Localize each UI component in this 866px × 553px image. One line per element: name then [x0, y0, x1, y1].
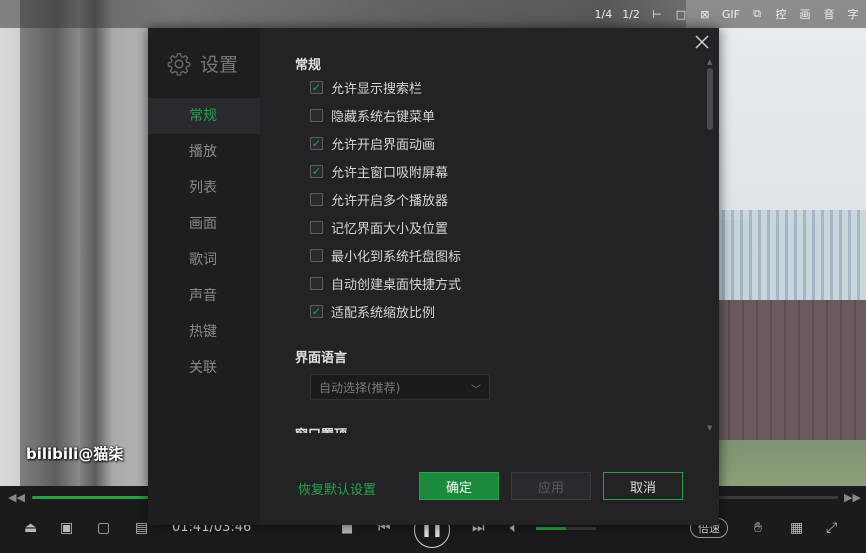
settings-nav-item-0[interactable]: 常规	[148, 98, 260, 134]
top-tool-3[interactable]: □	[674, 8, 688, 21]
language-select[interactable]: 自动选择(推荐) ﹀	[310, 374, 490, 400]
checkbox-checked[interactable]: ✓	[310, 164, 323, 178]
scroll-down-icon[interactable]: ▼	[707, 424, 712, 432]
checkbox[interactable]	[310, 248, 323, 262]
settings-nav-item-6[interactable]: 热键	[148, 314, 260, 350]
scrollbar-thumb[interactable]	[707, 68, 713, 130]
option-label: 隐藏系统右键菜单	[331, 109, 436, 125]
option-row-7[interactable]: 自动创建桌面快捷方式	[310, 274, 462, 293]
video-background-wall	[716, 300, 866, 450]
volume-slider-fill	[536, 527, 566, 530]
toolbox-icon[interactable]: ▦	[790, 521, 803, 535]
option-label: 允许主窗口吸附屏幕	[331, 165, 449, 181]
checkbox[interactable]	[310, 276, 323, 290]
option-row-3[interactable]: ✓ 允许主窗口吸附屏幕	[310, 162, 449, 181]
subtitle-icon[interactable]: ▢	[97, 521, 110, 535]
fullscreen-icon[interactable]: ⤢	[826, 521, 837, 535]
fast-forward-icon[interactable]: ▶▶	[844, 491, 861, 504]
option-row-2[interactable]: ✓ 允许开启界面动画	[310, 134, 436, 153]
checkbox-checked[interactable]: ✓	[310, 136, 323, 150]
section-title-language: 界面语言	[295, 351, 348, 366]
option-label: 允许开启界面动画	[331, 137, 436, 153]
top-tool-4[interactable]: ⊠	[698, 8, 712, 21]
checkbox[interactable]	[310, 108, 323, 122]
gear-icon	[167, 52, 191, 76]
screenshot-icon[interactable]: ▤	[135, 521, 148, 535]
video-watermark: bilibili@猫柒	[26, 445, 124, 463]
checkbox-checked[interactable]: ✓	[310, 80, 323, 94]
top-tool-0[interactable]: 1/4	[594, 8, 612, 21]
cancel-button[interactable]: 取消	[603, 472, 683, 500]
settings-nav-item-3[interactable]: 画面	[148, 206, 260, 242]
top-tool-5[interactable]: GIF	[722, 8, 740, 21]
apply-button[interactable]: 应用	[511, 472, 591, 500]
chevron-down-icon: ﹀	[471, 385, 481, 396]
video-background-grass	[716, 440, 866, 486]
video-background-post	[20, 0, 80, 486]
settings-content: 常规 ✓ 允许显示搜索栏 隐藏系统右键菜单 ✓ 允许开启界面动画 ✓ 允许主窗口吸附屏幕 允许…	[260, 28, 708, 433]
video-background-fence	[716, 210, 866, 305]
settings-scrollbar[interactable]: ▲ ▼	[706, 58, 714, 438]
option-label: 允许开启多个播放器	[331, 193, 449, 209]
top-tool-1[interactable]: 1/2	[622, 8, 640, 21]
settings-nav-item-7[interactable]: 关联	[148, 350, 260, 386]
effects-icon[interactable]: ✋︎	[754, 521, 762, 535]
eject-icon[interactable]: ⏏	[24, 521, 37, 535]
settings-nav: 设置 常规 播放 列表 画面 歌词 声音 热键 关联	[148, 28, 260, 525]
section-title-window-top: 窗口置顶	[295, 424, 347, 433]
rewind-icon[interactable]: ◀◀	[8, 491, 25, 504]
video-top-toolbar: 1/4 1/2 ⊢ □ ⊠ GIF ⧉ 控画音字	[0, 0, 866, 28]
top-tool-6[interactable]: ⧉	[750, 7, 764, 21]
restore-defaults-link[interactable]: 恢复默认设置	[298, 479, 376, 498]
checkbox[interactable]	[310, 192, 323, 206]
option-label: 适配系统缩放比例	[331, 305, 436, 321]
settings-header: 设置	[166, 50, 238, 77]
option-row-8[interactable]: ✓ 适配系统缩放比例	[310, 302, 436, 321]
settings-nav-item-2[interactable]: 列表	[148, 170, 260, 206]
settings-nav-list: 常规 播放 列表 画面 歌词 声音 热键 关联	[148, 98, 260, 386]
section-title-general: 常规	[295, 58, 322, 73]
top-tool-2[interactable]: ⊢	[650, 8, 664, 21]
language-select-value: 自动选择(推荐)	[319, 380, 401, 395]
settings-nav-item-5[interactable]: 声音	[148, 278, 260, 314]
option-label: 允许显示搜索栏	[331, 81, 423, 97]
volume-slider[interactable]	[536, 527, 596, 530]
top-tools: 1/4 1/2 ⊢ □ ⊠ GIF ⧉ 控画音字	[594, 6, 860, 22]
checkbox[interactable]	[310, 220, 323, 234]
option-row-0[interactable]: ✓ 允许显示搜索栏	[310, 78, 423, 97]
option-row-6[interactable]: 最小化到系统托盘图标	[310, 246, 462, 265]
settings-nav-item-4[interactable]: 歌词	[148, 242, 260, 278]
settings-footer: 恢复默认设置 确定 应用 取消	[148, 470, 719, 510]
scroll-up-icon[interactable]: ▲	[707, 58, 712, 66]
settings-dialog: 设置 常规 播放 列表 画面 歌词 声音 热键 关联 常规 ✓ 允许显示搜索栏 隐藏系统右键菜单 ✓…	[148, 28, 719, 525]
top-tool-10[interactable]: 字	[846, 6, 860, 22]
option-row-5[interactable]: 记忆界面大小及位置	[310, 218, 449, 237]
settings-nav-item-1[interactable]: 播放	[148, 134, 260, 170]
top-tool-8[interactable]: 画	[798, 6, 812, 22]
checkbox-checked[interactable]: ✓	[310, 304, 323, 318]
playlist-icon[interactable]: ▣	[60, 521, 73, 535]
settings-title: 设置	[200, 54, 239, 76]
top-tool-7[interactable]: 控	[774, 6, 788, 22]
option-row-4[interactable]: 允许开启多个播放器	[310, 190, 449, 209]
option-row-1[interactable]: 隐藏系统右键菜单	[310, 106, 436, 125]
option-label: 最小化到系统托盘图标	[331, 249, 462, 265]
option-label: 记忆界面大小及位置	[331, 221, 449, 237]
option-label: 自动创建桌面快捷方式	[331, 277, 462, 293]
ok-button[interactable]: 确定	[419, 472, 499, 500]
top-tool-9[interactable]: 音	[822, 6, 836, 22]
